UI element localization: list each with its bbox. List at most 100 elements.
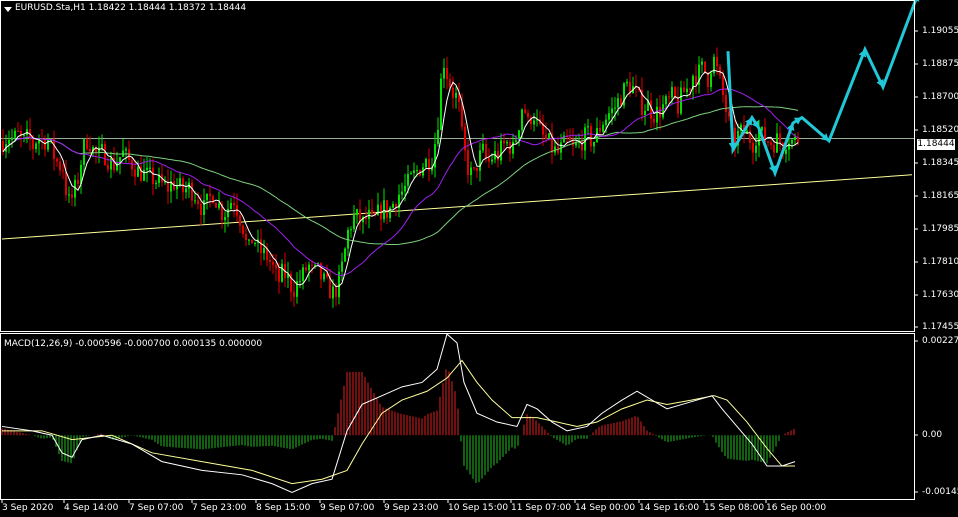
candle-body — [683, 87, 685, 93]
candle-body — [710, 73, 712, 87]
candle-body — [209, 193, 211, 197]
time-tick-label: 3 Sep 2020 — [2, 503, 54, 513]
candle-body — [626, 81, 628, 84]
candle-body — [242, 225, 244, 235]
candle-body — [11, 137, 13, 140]
time-tick-label: 11 Sep 07:00 — [511, 503, 572, 513]
candle-body — [785, 149, 787, 155]
candle-body — [83, 139, 85, 165]
candle-body — [467, 150, 469, 176]
candle-body — [719, 66, 721, 76]
candle-body — [605, 119, 607, 126]
candle-body — [644, 110, 646, 115]
ma-mid-line — [2, 88, 799, 276]
candle-body — [260, 239, 262, 254]
candle-body — [245, 234, 247, 240]
candle-body — [773, 144, 775, 153]
candle-body — [248, 239, 250, 241]
candle-body — [332, 286, 334, 299]
candle-body — [308, 264, 310, 271]
candle-body — [473, 167, 475, 169]
candle-body — [506, 141, 508, 144]
candle-body — [278, 268, 280, 282]
candle-body — [668, 96, 670, 98]
candle-body — [752, 142, 754, 153]
candle-body — [305, 267, 307, 271]
candle-body — [497, 150, 499, 161]
menu-dropdown-icon[interactable] — [4, 7, 12, 12]
candle-body — [704, 61, 706, 73]
time-tick-label: 9 Sep 23:00 — [384, 503, 439, 513]
macd-tick-label: -0.00145 — [922, 487, 958, 497]
candle-body — [206, 193, 208, 201]
time-tick-label: 14 Sep 16:00 — [639, 503, 700, 513]
price-chart[interactable] — [0, 0, 958, 517]
candle-body — [608, 113, 610, 120]
trendline[interactable] — [1, 174, 913, 240]
candle-body — [152, 167, 154, 184]
candle-body — [203, 200, 205, 215]
candle-body — [389, 207, 391, 219]
candle-body — [293, 291, 295, 297]
candle-body — [35, 143, 37, 150]
candle-body — [71, 194, 73, 198]
candle-body — [32, 139, 34, 150]
time-tick-label: 16 Sep 00:00 — [766, 503, 827, 513]
candle-body — [179, 178, 181, 186]
candle-body — [695, 75, 697, 85]
candle-body — [512, 141, 514, 154]
candle-body — [722, 75, 724, 96]
candle-body — [23, 134, 25, 136]
candle-body — [725, 95, 727, 113]
candle-body — [500, 140, 502, 161]
candle-body — [62, 170, 64, 172]
candle-body — [335, 286, 337, 298]
candle-body — [521, 109, 523, 131]
price-tick-label: 1.18875 — [922, 59, 958, 69]
candle-body — [200, 203, 202, 215]
candle-body — [299, 280, 301, 282]
candle-body — [8, 139, 10, 144]
price-tick-label: 1.18700 — [922, 92, 958, 102]
candle-body — [89, 148, 91, 152]
candle-body — [65, 171, 67, 196]
candle-body — [455, 92, 457, 98]
candle-body — [269, 260, 271, 262]
candle-body — [794, 136, 796, 140]
candle-body — [341, 261, 343, 272]
candle-body — [548, 133, 550, 139]
candle-body — [617, 98, 619, 108]
symbol-info: EURUSD.Sta,H1 1.18422 1.18444 1.18372 1.… — [15, 3, 247, 13]
candle-body — [674, 87, 676, 97]
candle-body — [671, 87, 673, 98]
candle-body — [791, 139, 793, 144]
ma-slow-line — [2, 105, 799, 246]
time-tick-label: 4 Sep 14:00 — [64, 503, 119, 513]
price-tick-label: 1.18165 — [922, 191, 958, 201]
candle-body — [701, 61, 703, 65]
candle-body — [593, 141, 595, 147]
candle-body — [614, 107, 616, 109]
candle-body — [689, 88, 691, 90]
time-tick-label: 14 Sep 00:00 — [575, 503, 636, 513]
candle-body — [263, 248, 265, 254]
candle-body — [104, 143, 106, 166]
candle-body — [476, 167, 478, 171]
candle-body — [239, 215, 241, 226]
candle-body — [545, 134, 547, 139]
candle-body — [599, 128, 601, 132]
candle-body — [53, 138, 55, 159]
candle-body — [485, 143, 487, 158]
support-trendline — [1, 174, 913, 240]
time-tick-label: 15 Sep 08:00 — [704, 503, 765, 513]
macd-tick-label: 0.00 — [922, 430, 943, 440]
moving-averages — [2, 69, 799, 288]
candle-body — [311, 264, 313, 266]
price-tick-label: 1.17455 — [922, 322, 958, 332]
candle-body — [503, 140, 505, 144]
candle-body — [779, 133, 781, 144]
candle-body — [770, 142, 772, 145]
macd-panel — [1, 333, 796, 493]
candle-body — [56, 158, 58, 162]
price-tick-label: 1.17810 — [922, 257, 958, 267]
